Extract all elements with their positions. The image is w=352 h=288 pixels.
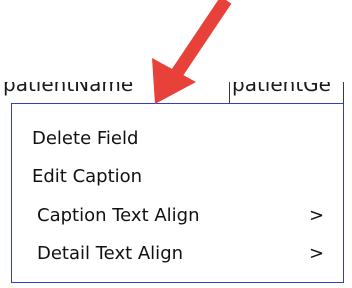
column-header-patient-name[interactable]: patientName — [3, 82, 133, 95]
column-divider[interactable] — [343, 82, 344, 104]
column-header-patient-gender[interactable]: patientGe — [232, 82, 331, 95]
menu-item-label: Delete Field — [32, 127, 139, 149]
menu-item-label: Detail Text Align — [37, 242, 184, 264]
table-header-row: patientName patientGe — [0, 82, 352, 104]
menu-item-edit-caption[interactable]: Edit Caption — [12, 158, 343, 194]
submenu-arrow-icon: > — [309, 204, 325, 226]
context-menu: Delete Field Edit Caption Caption Text A… — [11, 103, 344, 283]
menu-item-label: Caption Text Align — [37, 204, 200, 226]
screenshot-stage: patientName patientGe Delete Field Edit … — [0, 0, 352, 288]
menu-item-caption-text-align[interactable]: Caption Text Align > — [12, 197, 343, 233]
submenu-arrow-icon: > — [309, 242, 325, 264]
column-divider[interactable] — [229, 82, 230, 104]
menu-item-delete-field[interactable]: Delete Field — [12, 120, 343, 156]
menu-item-detail-text-align[interactable]: Detail Text Align > — [12, 235, 343, 271]
menu-item-label: Edit Caption — [32, 165, 143, 187]
